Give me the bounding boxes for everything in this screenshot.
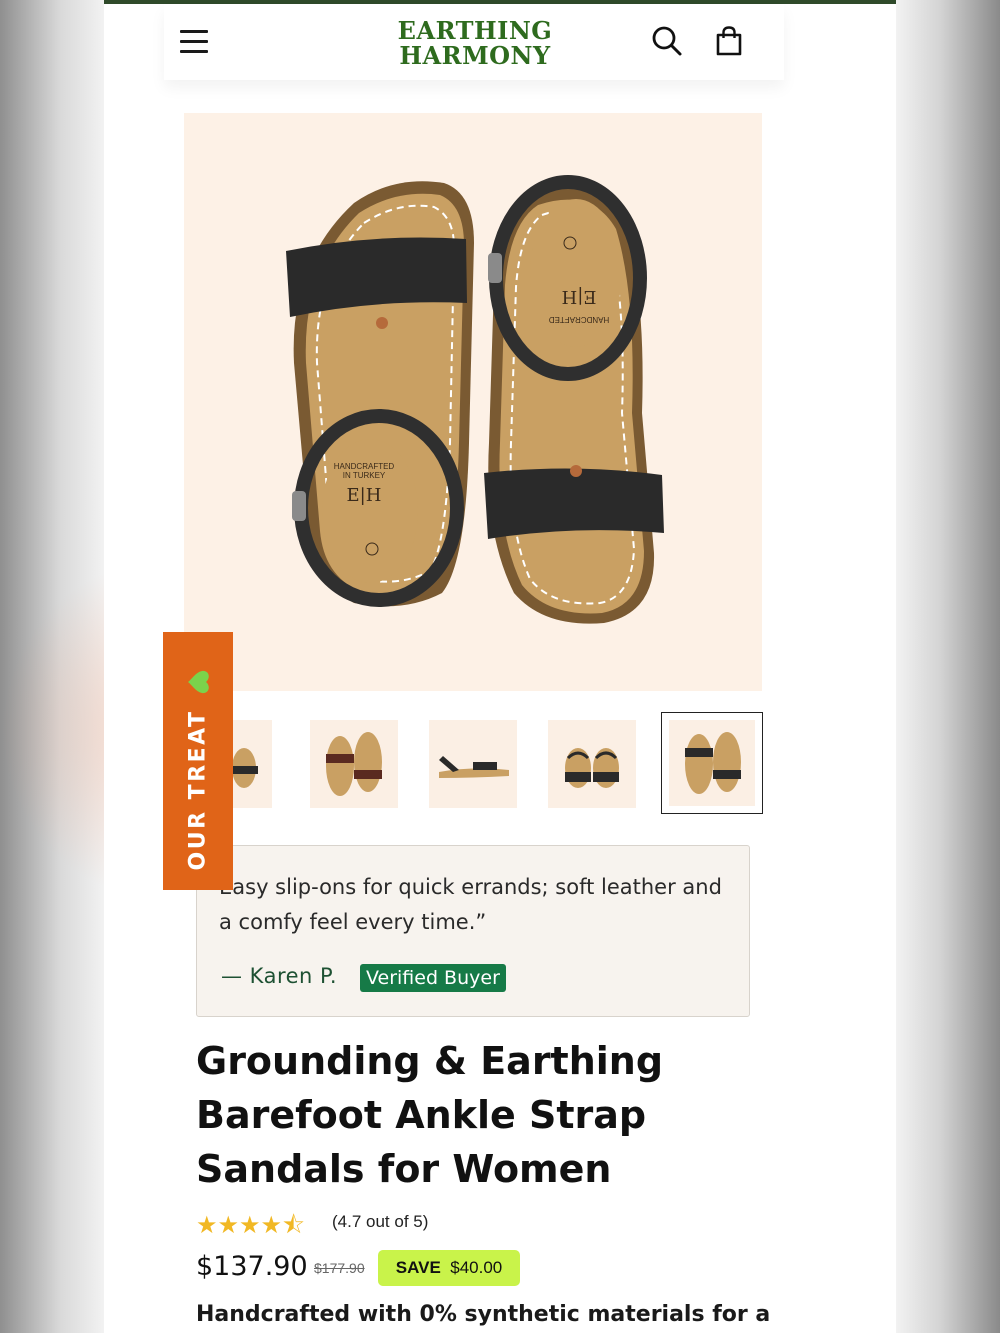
cart-button[interactable] [712,24,746,58]
shopping-bag-icon [716,26,742,56]
product-title: Grounding & Earthing Barefoot Ankle Stra… [196,1034,756,1196]
review-author: — Karen P. [221,964,338,988]
product-title-line: Barefoot Ankle Strap [196,1093,647,1137]
thumbnail-strip [184,712,764,816]
green-heart-icon [188,670,209,694]
logo-line-1: EARTHING [397,16,553,45]
hamburger-menu-icon [180,40,208,43]
review-quote: Easy slip-ons for quick errands; soft le… [219,875,722,934]
compare-at-price: $177.90 [314,1260,365,1276]
menu-button[interactable] [178,26,212,56]
save-amount: $40.00 [450,1258,503,1277]
search-icon [652,26,682,56]
thumbnail-5-selected[interactable] [661,712,763,814]
save-badge: SAVE $40.00 [378,1250,520,1286]
svg-text:IN TURKEY: IN TURKEY [343,471,386,480]
hamburger-menu-icon [180,30,208,33]
product-page: EARTHING HARMONY HANDCRAFTED IN TURKEY E… [104,0,896,1333]
thumbnail-2[interactable] [310,720,398,808]
thumbnail-4[interactable] [548,720,636,808]
hamburger-menu-icon [180,50,208,53]
svg-text:E|H: E|H [562,286,597,307]
sale-price: $137.90 [196,1251,308,1282]
site-header: EARTHING HARMONY [164,4,784,80]
product-main-image[interactable]: HANDCRAFTED IN TURKEY E|H E|H HANDCRAFTE… [184,113,762,691]
thumbnail-image [685,732,741,794]
sandals-image: HANDCRAFTED IN TURKEY E|H E|H HANDCRAFTE… [286,175,664,624]
our-treat-label: OUR TREAT [185,709,211,871]
brand-logo[interactable]: EARTHING HARMONY [360,18,590,68]
product-title-line: Sandals for Women [196,1147,612,1191]
svg-text:E|H: E|H [347,485,382,506]
search-button[interactable] [650,24,684,58]
thumbnail-image [565,748,619,788]
svg-text:HANDCRAFTED: HANDCRAFTED [334,462,395,471]
product-description: Handcrafted with 0% synthetic materials … [196,1302,771,1327]
verified-buyer-badge: Verified Buyer [360,964,506,992]
svg-text:HANDCRAFTED: HANDCRAFTED [549,315,610,324]
review-card: Easy slip-ons for quick errands; soft le… [196,845,750,1017]
save-label: SAVE [395,1258,441,1277]
rating-text: (4.7 out of 5) [332,1212,429,1231]
thumbnail-3[interactable] [429,720,517,808]
thumbnail-image [439,756,509,778]
our-treat-tab[interactable]: OUR TREAT [163,632,233,890]
star-rating-icon: ★★★★⯪ [196,1212,305,1239]
thumbnail-image [326,732,382,796]
logo-line-2: HARMONY [399,41,551,70]
thumbnail-image-frame [669,720,755,806]
product-title-line: Grounding & Earthing [196,1039,664,1083]
